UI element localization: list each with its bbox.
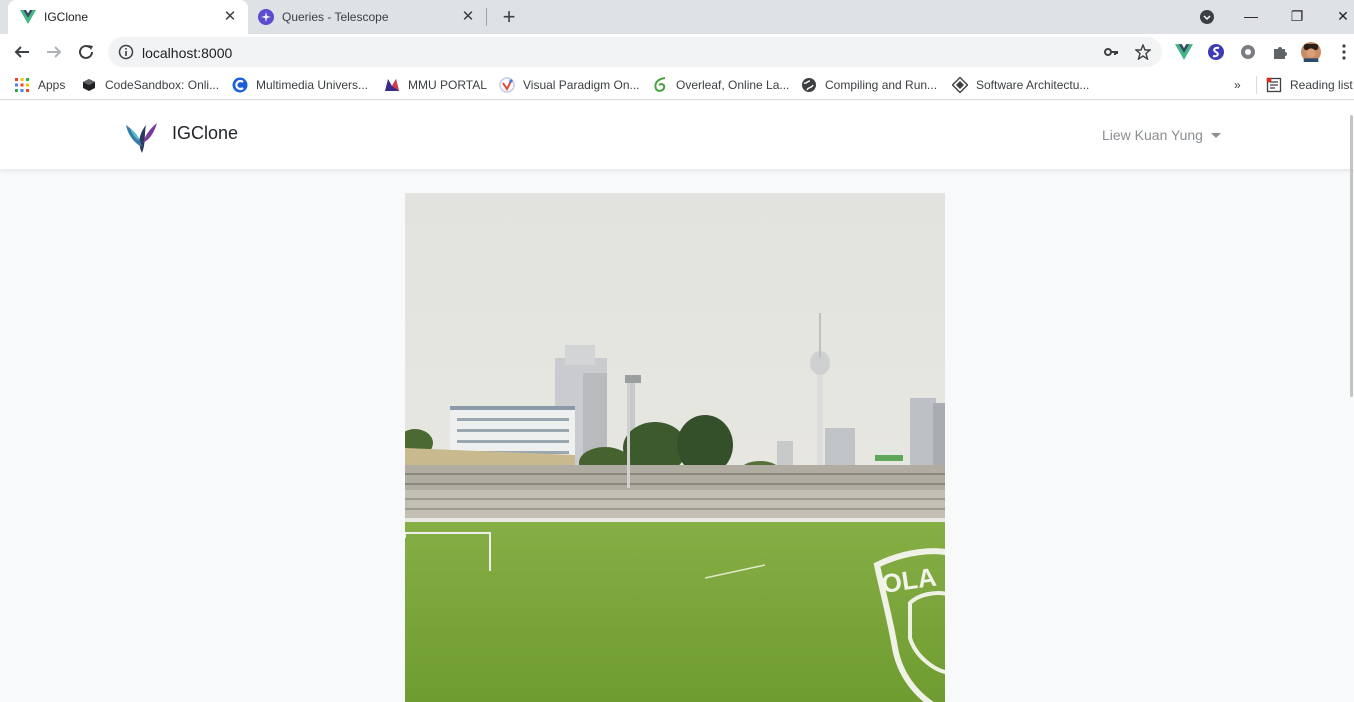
reading-list-button[interactable]: Reading list: [1266, 76, 1353, 94]
extensions-puzzle-icon[interactable]: [1270, 42, 1290, 62]
globe-icon: [801, 77, 817, 93]
bookmark-compiling[interactable]: Compiling and Run...: [801, 76, 937, 94]
tab-title: Queries - Telescope: [282, 10, 389, 24]
codesandbox-icon: [81, 77, 97, 93]
bookmarks-overflow-button[interactable]: »: [1234, 76, 1241, 94]
forward-arrow-icon: [47, 46, 62, 58]
bookmark-apps[interactable]: Apps: [14, 76, 65, 94]
bookmark-label: Software Architectu...: [976, 78, 1090, 92]
bookmark-label: MMU PORTAL: [408, 78, 487, 92]
brand-logo-icon[interactable]: [124, 117, 158, 155]
brand-name[interactable]: IGClone: [172, 123, 238, 144]
minimize-button[interactable]: —: [1228, 0, 1274, 34]
bookmark-codesandbox[interactable]: CodeSandbox: Onli...: [81, 76, 219, 94]
close-tab-icon[interactable]: ✕: [460, 9, 476, 25]
app-navbar: IGClone Liew Kuan Yung: [0, 101, 1354, 169]
extension-s-icon[interactable]: [1206, 42, 1226, 62]
page-viewport: IGClone Liew Kuan Yung OLA: [0, 101, 1354, 702]
bookmark-label: Compiling and Run...: [825, 78, 938, 92]
bookmark-star-icon[interactable]: [1134, 43, 1152, 61]
bookmark-label: Multimedia Univers...: [256, 78, 369, 92]
bookmark-visual-paradigm[interactable]: Visual Paradigm On...: [499, 76, 640, 94]
post-image[interactable]: OLA: [405, 193, 945, 702]
diamond-icon: [952, 77, 968, 93]
tab-search-button[interactable]: [1184, 0, 1230, 34]
bookmarks-bar: Apps CodeSandbox: Onli... Multimedia Uni…: [0, 70, 1354, 100]
url-text[interactable]: localhost:8000: [142, 45, 232, 61]
bookmark-label: CodeSandbox: Onli...: [105, 78, 220, 92]
apps-grid-icon: [14, 77, 30, 93]
tab-igclone[interactable]: IGClone ✕: [8, 0, 248, 34]
close-tab-icon[interactable]: ✕: [222, 9, 238, 25]
bookmark-overleaf[interactable]: Overleaf, Online La...: [652, 76, 789, 94]
stadium-photo: OLA: [405, 193, 945, 702]
tab-telescope[interactable]: Queries - Telescope ✕: [248, 0, 486, 34]
site-info-icon[interactable]: [118, 44, 134, 65]
user-name: Liew Kuan Yung: [1102, 127, 1203, 143]
page-scrollbar[interactable]: [1350, 101, 1354, 702]
profile-avatar[interactable]: [1301, 42, 1321, 62]
bookmark-label: Visual Paradigm On...: [523, 78, 640, 92]
vue-icon: [20, 9, 36, 25]
bookmark-label: Apps: [38, 78, 66, 92]
browser-tab-strip: IGClone ✕ Queries - Telescope ✕ + — ❐ ✕: [0, 0, 1354, 34]
overleaf-icon: [652, 77, 668, 93]
key-icon[interactable]: [1103, 44, 1119, 60]
caret-down-icon: [1210, 132, 1221, 138]
forward-button[interactable]: [42, 40, 66, 64]
telescope-icon: [258, 9, 274, 25]
bookmark-software-architecture[interactable]: Software Architectu...: [952, 76, 1089, 94]
bookmark-multimedia-university[interactable]: Multimedia Univers...: [232, 76, 368, 94]
tab-search-icon: [1200, 10, 1214, 24]
address-bar[interactable]: localhost:8000: [108, 37, 1162, 67]
visual-paradigm-icon: [499, 77, 515, 93]
bookmarks-separator: [1256, 76, 1257, 94]
reading-list-label: Reading list: [1290, 78, 1353, 92]
back-arrow-icon: [14, 46, 29, 58]
scrollbar-thumb[interactable]: [1350, 115, 1353, 397]
reading-list-icon: [1266, 77, 1282, 93]
reload-button[interactable]: [74, 40, 98, 64]
browser-toolbar: localhost:8000: [0, 34, 1354, 70]
mmu-portal-icon: [384, 77, 400, 93]
extension-gear-icon[interactable]: [1238, 42, 1258, 62]
back-button[interactable]: [10, 40, 34, 64]
vue-devtools-icon[interactable]: [1174, 42, 1194, 62]
maximize-button[interactable]: ❐: [1274, 0, 1320, 34]
bookmark-label: Overleaf, Online La...: [676, 78, 790, 92]
bookmark-mmu-portal[interactable]: MMU PORTAL: [384, 76, 487, 94]
mmu-icon: [232, 77, 248, 93]
new-tab-button[interactable]: +: [498, 6, 520, 28]
reload-icon: [79, 44, 93, 59]
tab-title: IGClone: [44, 10, 89, 24]
user-dropdown-toggle[interactable]: Liew Kuan Yung: [1102, 127, 1221, 143]
tab-separator: [486, 8, 487, 26]
close-window-button[interactable]: ✕: [1320, 0, 1354, 34]
menu-kebab-icon[interactable]: [1334, 42, 1354, 62]
